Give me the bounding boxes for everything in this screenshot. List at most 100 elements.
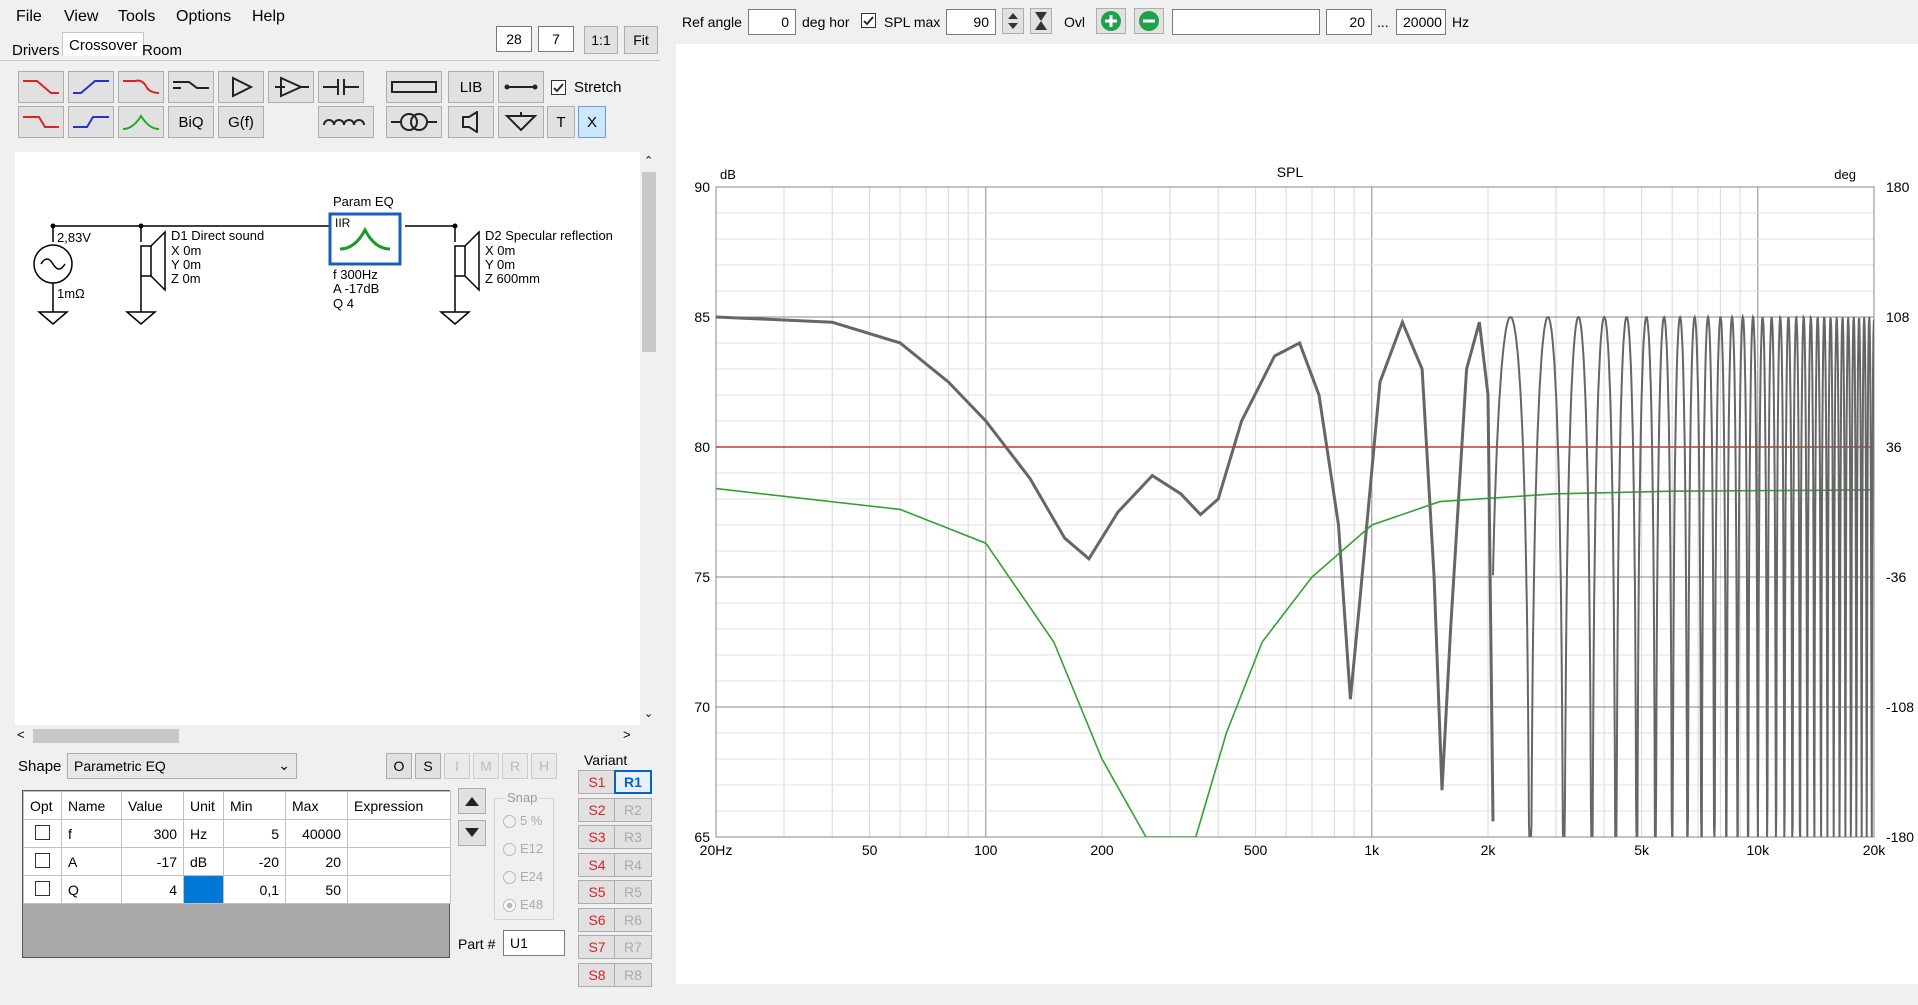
variant-r4-button[interactable]: R4 [614,852,652,877]
variant-s5-button[interactable]: S5 [578,880,616,904]
flag-r-button[interactable]: R [502,753,528,779]
variant-s4-button[interactable]: S4 [578,852,616,877]
param-unit[interactable] [183,875,224,904]
variant-r8-button[interactable]: R8 [614,962,652,987]
tab-crossover[interactable]: Crossover [62,32,145,56]
variant-s3-button[interactable]: S3 [578,825,616,849]
table-row[interactable]: f 300 Hz 5 40000 [23,819,451,848]
variant-s2-button[interactable]: S2 [578,797,616,822]
table-row[interactable]: Q 4 0,1 50 [23,875,451,904]
flag-m-button[interactable]: M [473,753,499,779]
spl-plot[interactable]: SPL dB deg 20Hz 50 100 200 500 1k 2k 5k 10k 20k 90 180… [676,44,1918,984]
part-input[interactable]: U1 [503,930,565,956]
variant-s1-button[interactable]: S1 [578,770,616,794]
param-max[interactable]: 40000 [285,819,348,848]
shape-select[interactable]: Parametric EQ ⌄ [67,753,297,779]
param-min[interactable]: -20 [223,847,286,876]
text-tool-button[interactable]: T [547,106,575,138]
param-min[interactable]: 0,1 [223,875,286,904]
menu-view[interactable]: View [64,8,98,26]
menu-file[interactable]: File [16,8,42,26]
menu-options[interactable]: Options [176,8,231,26]
wire-button[interactable] [498,71,544,103]
amplifier-button[interactable] [218,71,264,103]
lowpass-red-2-button[interactable] [18,106,64,138]
freq-min-input[interactable]: 20 [1326,9,1372,35]
spl-max-input[interactable]: 90 [946,9,996,35]
d2-name[interactable]: D2 Specular reflection [485,228,613,243]
flag-s-button[interactable]: S [415,753,441,779]
opt-checkbox[interactable] [35,852,50,868]
overlay-name-input[interactable] [1172,9,1320,35]
variant-r7-button[interactable]: R7 [614,935,652,959]
variant-s8-button[interactable]: S8 [578,962,616,987]
zoom-1to1-button[interactable]: 1:1 [584,26,618,54]
ref-angle-input[interactable]: 0 [748,9,796,35]
schematic-canvas[interactable]: 2,83V 1mΩ D1 Direct sound X 0m Y 0m Z 0m… [15,152,642,725]
d1-name[interactable]: D1 Direct sound [171,228,264,243]
zoom-fit-button[interactable]: Fit [624,26,658,54]
param-value[interactable]: 4 [121,875,184,904]
inductor-button[interactable] [318,106,374,138]
tab-room[interactable]: Room [136,38,188,62]
zoom-field-a[interactable]: 28 [496,26,532,52]
ground-button[interactable] [498,106,544,138]
param-expression[interactable] [347,847,451,876]
flag-i-button[interactable]: I [444,753,470,779]
shelf-button[interactable] [168,71,214,103]
snap-option[interactable]: 5 % [503,813,542,829]
biquad-button[interactable]: BiQ [168,106,214,138]
library-button[interactable]: LIB [448,71,494,103]
variant-r1-button[interactable]: R1 [614,770,652,794]
tab-drivers[interactable]: Drivers [6,38,66,62]
fit-range-button[interactable] [1030,8,1052,34]
lowpass-curve-button[interactable] [118,71,164,103]
transfer-function-button[interactable]: G(f) [218,106,264,138]
x-tool-button[interactable]: X [578,106,606,138]
spl-max-checkbox[interactable] [861,13,876,28]
highpass-blue-2-button[interactable] [68,106,114,138]
opamp-button[interactable] [268,71,314,103]
variant-r5-button[interactable]: R5 [614,880,652,904]
hscroll-thumb[interactable] [33,729,179,743]
table-row[interactable]: A -17 dB -20 20 [23,847,451,876]
flag-o-button[interactable]: O [386,753,412,779]
capacitor-button[interactable] [318,71,364,103]
variant-r3-button[interactable]: R3 [614,825,652,849]
highpass-blue-button[interactable] [68,71,114,103]
zoom-field-b[interactable]: 7 [538,26,574,52]
vscroll-thumb[interactable] [642,172,656,352]
speaker-button[interactable] [448,106,494,138]
move-up-button[interactable] [458,788,486,814]
variant-s6-button[interactable]: S6 [578,907,616,932]
param-expression[interactable] [347,875,451,904]
snap-option[interactable]: E12 [503,841,543,857]
variant-s7-button[interactable]: S7 [578,935,616,959]
param-value[interactable]: -17 [121,847,184,876]
scroll-left-icon[interactable]: < [17,727,25,742]
bandpass-button[interactable] [118,106,164,138]
flag-h-button[interactable]: H [531,753,557,779]
variant-r6-button[interactable]: R6 [614,907,652,932]
move-down-button[interactable] [458,820,486,846]
spl-chart[interactable]: SPLdB deg20Hz 50 100 200 500 1k 2k 5k 10k 20k90 180… [676,44,1918,984]
transformer-button[interactable] [386,106,442,138]
scroll-right-icon[interactable]: > [623,727,631,742]
schematic-hscrollbar[interactable]: < > [15,727,640,745]
stretch-checkbox[interactable] [551,80,566,95]
lowpass-red-button[interactable] [18,71,64,103]
freq-max-input[interactable]: 20000 [1396,9,1446,35]
opt-checkbox[interactable] [35,824,50,840]
param-min[interactable]: 5 [223,819,286,848]
param-expression[interactable] [347,819,451,848]
variant-r2-button[interactable]: R2 [614,797,652,822]
add-overlay-button[interactable] [1096,8,1126,34]
menu-tools[interactable]: Tools [118,8,155,26]
opt-checkbox[interactable] [35,880,50,896]
snap-option[interactable]: E48 [503,897,543,913]
schematic-vscrollbar[interactable]: ⌃ ⌄ [640,152,658,725]
resistor-button[interactable] [386,71,442,103]
remove-overlay-button[interactable] [1134,8,1164,34]
scroll-up-icon[interactable]: ⌃ [644,154,653,167]
param-max[interactable]: 20 [285,847,348,876]
